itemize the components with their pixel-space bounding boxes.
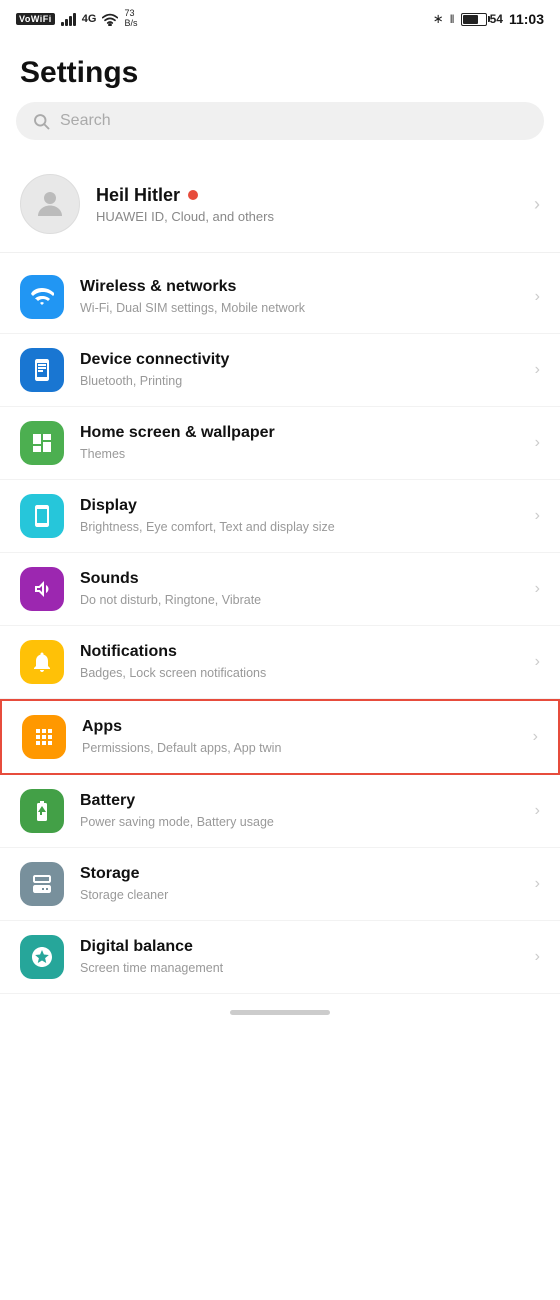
sounds-icon xyxy=(20,567,64,611)
signal-bars xyxy=(61,12,76,26)
sounds-chevron-icon: › xyxy=(535,580,540,598)
battery-indicator: 54 xyxy=(461,12,503,26)
storage-title: Storage xyxy=(80,864,519,885)
digital-balance-text: Digital balance Screen time management xyxy=(80,937,519,976)
apps-title: Apps xyxy=(82,717,517,738)
device-chevron-icon: › xyxy=(535,361,540,379)
settings-item-storage[interactable]: Storage Storage cleaner › xyxy=(0,848,560,921)
profile-subtitle: HUAWEI ID, Cloud, and others xyxy=(96,209,518,224)
vowifi-badge: VoWiFi xyxy=(16,13,55,25)
display-subtitle: Brightness, Eye comfort, Text and displa… xyxy=(80,519,519,535)
display-icon xyxy=(20,494,64,538)
battery-chevron-icon: › xyxy=(535,802,540,820)
settings-item-sounds[interactable]: Sounds Do not disturb, Ringtone, Vibrate… xyxy=(0,553,560,626)
wireless-icon xyxy=(20,275,64,319)
home-text: Home screen & wallpaper Themes xyxy=(80,423,519,462)
settings-item-display[interactable]: Display Brightness, Eye comfort, Text an… xyxy=(0,480,560,553)
settings-item-digital-balance[interactable]: Digital balance Screen time management › xyxy=(0,921,560,994)
online-indicator xyxy=(188,190,198,200)
digital-balance-title: Digital balance xyxy=(80,937,519,958)
settings-item-wireless[interactable]: Wireless & networks Wi-Fi, Dual SIM sett… xyxy=(0,261,560,334)
settings-item-home-screen[interactable]: Home screen & wallpaper Themes › xyxy=(0,407,560,480)
search-icon xyxy=(32,112,50,130)
storage-chevron-icon: › xyxy=(535,875,540,893)
settings-item-battery[interactable]: Battery Power saving mode, Battery usage… xyxy=(0,775,560,848)
battery-text: Battery Power saving mode, Battery usage xyxy=(80,791,519,830)
device-text: Device connectivity Bluetooth, Printing xyxy=(80,350,519,389)
home-subtitle: Themes xyxy=(80,446,519,462)
settings-list: Wireless & networks Wi-Fi, Dual SIM sett… xyxy=(0,261,560,994)
person-icon xyxy=(32,186,68,222)
apps-icon xyxy=(22,715,66,759)
notifications-subtitle: Badges, Lock screen notifications xyxy=(80,665,519,681)
battery-level: 54 xyxy=(490,12,503,26)
notifications-title: Notifications xyxy=(80,642,519,663)
profile-name: Heil Hitler xyxy=(96,185,180,206)
apps-chevron-icon: › xyxy=(533,728,538,746)
vibrate-icon: ‖ xyxy=(450,12,455,26)
sounds-title: Sounds xyxy=(80,569,519,590)
display-text: Display Brightness, Eye comfort, Text an… xyxy=(80,496,519,535)
digital-balance-icon xyxy=(20,935,64,979)
sounds-subtitle: Do not disturb, Ringtone, Vibrate xyxy=(80,592,519,608)
apps-subtitle: Permissions, Default apps, App twin xyxy=(82,740,517,756)
search-bar[interactable]: Search xyxy=(16,102,544,140)
device-subtitle: Bluetooth, Printing xyxy=(80,373,519,389)
display-chevron-icon: › xyxy=(535,507,540,525)
settings-item-device-connectivity[interactable]: Device connectivity Bluetooth, Printing … xyxy=(0,334,560,407)
bluetooth-icon: ∗ xyxy=(433,11,444,27)
status-bar-left: VoWiFi 4G 73B/s xyxy=(16,9,137,29)
digital-balance-subtitle: Screen time management xyxy=(80,960,519,976)
notifications-chevron-icon: › xyxy=(535,653,540,671)
wifi-icon xyxy=(102,12,118,26)
notifications-text: Notifications Badges, Lock screen notifi… xyxy=(80,642,519,681)
sounds-text: Sounds Do not disturb, Ringtone, Vibrate xyxy=(80,569,519,608)
battery-icon xyxy=(20,789,64,833)
notifications-icon xyxy=(20,640,64,684)
speed-text: 73B/s xyxy=(124,9,137,29)
wireless-subtitle: Wi-Fi, Dual SIM settings, Mobile network xyxy=(80,300,519,316)
network-type: 4G xyxy=(82,13,97,25)
storage-icon xyxy=(20,862,64,906)
device-title: Device connectivity xyxy=(80,350,519,371)
battery-subtitle: Power saving mode, Battery usage xyxy=(80,814,519,830)
home-chevron-icon: › xyxy=(535,434,540,452)
avatar xyxy=(20,174,80,234)
page-title: Settings xyxy=(20,56,540,90)
search-placeholder: Search xyxy=(60,112,528,130)
profile-chevron-icon: › xyxy=(534,194,540,215)
settings-item-notifications[interactable]: Notifications Badges, Lock screen notifi… xyxy=(0,626,560,699)
display-title: Display xyxy=(80,496,519,517)
page-header: Settings xyxy=(0,36,560,102)
profile-section[interactable]: Heil Hitler HUAWEI ID, Cloud, and others… xyxy=(0,156,560,253)
storage-text: Storage Storage cleaner xyxy=(80,864,519,903)
wireless-chevron-icon: › xyxy=(535,288,540,306)
status-bar-right: ∗ ‖ 54 11:03 xyxy=(433,11,544,27)
storage-subtitle: Storage cleaner xyxy=(80,887,519,903)
bottom-indicator xyxy=(0,994,560,1035)
digital-balance-chevron-icon: › xyxy=(535,948,540,966)
battery-title: Battery xyxy=(80,791,519,812)
wireless-title: Wireless & networks xyxy=(80,277,519,298)
home-title: Home screen & wallpaper xyxy=(80,423,519,444)
wireless-text: Wireless & networks Wi-Fi, Dual SIM sett… xyxy=(80,277,519,316)
profile-info: Heil Hitler HUAWEI ID, Cloud, and others xyxy=(96,185,518,224)
time-display: 11:03 xyxy=(509,11,544,27)
home-pill xyxy=(230,1010,330,1015)
apps-text: Apps Permissions, Default apps, App twin xyxy=(82,717,517,756)
device-connectivity-icon xyxy=(20,348,64,392)
home-screen-icon xyxy=(20,421,64,465)
status-bar: VoWiFi 4G 73B/s ∗ ‖ 54 11:03 xyxy=(0,0,560,36)
settings-item-apps[interactable]: Apps Permissions, Default apps, App twin… xyxy=(0,699,560,775)
